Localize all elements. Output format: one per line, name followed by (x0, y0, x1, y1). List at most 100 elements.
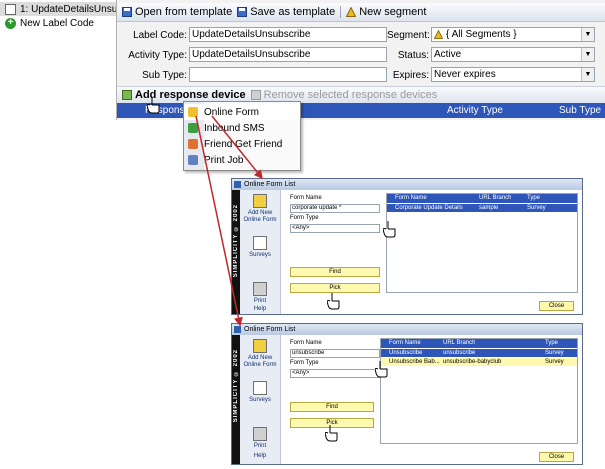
nav-help[interactable]: Help (240, 453, 280, 460)
hand-cursor-icon (327, 293, 340, 310)
chevron-down-icon[interactable]: ▼ (581, 68, 594, 81)
nav-label: Help (253, 453, 267, 459)
menu-item-friend-get-friend[interactable]: Friend Get Friend (184, 136, 300, 152)
cell-type: Survey (545, 359, 564, 365)
activity-type-label: Activity Type: (128, 50, 187, 61)
column-type[interactable]: Type (545, 339, 558, 348)
column-url-branch[interactable]: URL Branch (443, 339, 475, 348)
table-row[interactable]: Corporate Update Details sample Survey (387, 204, 577, 212)
nav-label: Surveys (249, 397, 271, 403)
printer-icon (253, 282, 267, 296)
menu-item-label: Inbound SMS (204, 122, 265, 134)
column-activity-type[interactable]: Activity Type (447, 105, 503, 116)
column-form-name[interactable]: Form Name (395, 194, 427, 203)
dialog-title-bar: Online Form List (232, 324, 582, 335)
menu-item-print-job[interactable]: Print Job (184, 152, 300, 168)
label-code-field[interactable]: UpdateDetailsUnsubscribe (189, 27, 387, 42)
sub-type-field[interactable] (189, 67, 387, 82)
cell-url-branch: unsubscribe (443, 350, 476, 356)
cell-form-name: Unsubscribe Bab... (389, 359, 440, 365)
tree-item-new-label-code[interactable]: + New Label Code (0, 16, 116, 30)
dialog-title: Online Form List (244, 181, 296, 188)
add-form-icon (253, 339, 267, 353)
form-results-grid: Form Name URL Branch Type Unsubscribe un… (380, 338, 578, 444)
remove-response-devices-button[interactable]: Remove selected response devices (250, 89, 437, 101)
hand-cursor-icon (325, 425, 338, 442)
menu-item-online-form[interactable]: Online Form (184, 104, 300, 120)
table-row[interactable]: Unsubscribe Bab... unsubscribe-babyclub … (381, 358, 577, 366)
label-code-label: Label Code: (133, 30, 187, 41)
form-type-label: Form Type (290, 360, 319, 366)
nav-print[interactable]: Print (240, 282, 280, 305)
table-row[interactable]: Unsubscribe unsubscribe Survey (381, 349, 577, 357)
tree-item-label: 1: UpdateDetailsUnsub... (20, 3, 116, 15)
status-label: Status: (397, 50, 429, 61)
menu-item-inbound-sms[interactable]: Inbound SMS (184, 120, 300, 136)
form-type-select[interactable]: <Any> (290, 224, 380, 233)
cell-url-branch: sample (479, 205, 499, 211)
sms-icon (188, 123, 198, 133)
save-as-template-label: Save as template (250, 6, 336, 18)
chevron-down-icon[interactable]: ▼ (581, 48, 594, 61)
nav-label: Help (253, 306, 267, 312)
cell-form-name: Corporate Update Details (395, 205, 463, 211)
expires-label: Expires: (392, 70, 429, 81)
open-from-template-button[interactable]: Open from template (122, 6, 232, 18)
column-form-name[interactable]: Form Name (389, 339, 421, 348)
status-select[interactable]: Active ▼ (431, 47, 595, 62)
brand-text: SIMPLICITY © 2002 (233, 349, 239, 423)
segment-label: Segment: (387, 30, 430, 41)
dialog-title-bar: Online Form List (232, 179, 582, 190)
main-toolbar: Open from template Save as template New … (117, 3, 605, 22)
tree-item-update-details[interactable]: 1: UpdateDetailsUnsub... (0, 2, 116, 16)
friends-icon (188, 139, 198, 149)
dialog-nav: Add New Online Form Surveys Print Help (240, 190, 281, 314)
activity-type-field[interactable]: UpdateDetailsUnsubscribe (189, 47, 387, 62)
app-icon (234, 181, 241, 188)
online-form-list-dialog-1: Online Form List SIMPLICITY © 2002 Add N… (231, 178, 583, 315)
menu-item-label: Friend Get Friend (204, 138, 283, 150)
nav-label: Print (253, 298, 267, 304)
menu-item-label: Print Job (204, 154, 244, 166)
column-url-branch[interactable]: URL Branch (479, 194, 511, 203)
results-header: Form Name URL Branch Type (387, 194, 577, 203)
add-response-device-button[interactable]: Add response device (122, 89, 246, 101)
column-type[interactable]: Type (527, 194, 540, 203)
open-from-template-label: Open from template (135, 6, 233, 18)
nav-label: Print (253, 443, 267, 449)
nav-add-new-online-form[interactable]: Add New Online Form (240, 194, 280, 224)
segment-select[interactable]: { All Segments } ▼ (431, 27, 595, 42)
app-icon (234, 326, 241, 333)
column-sub-type[interactable]: Sub Type (559, 105, 601, 116)
segment-value: { All Segments } (446, 29, 517, 40)
online-form-list-dialog-2: Online Form List SIMPLICITY © 2002 Add N… (231, 323, 583, 465)
form-name-field[interactable]: corporate update * (290, 204, 380, 213)
add-icon: + (5, 17, 16, 29)
save-as-template-button[interactable]: Save as template (237, 6, 335, 18)
segment-icon (346, 7, 357, 17)
save-icon (237, 7, 248, 17)
nav-label: Add New Online Form (243, 355, 277, 368)
brand-strip: SIMPLICITY © 2002 (232, 190, 240, 314)
printer-icon (253, 427, 267, 441)
hand-cursor-icon (375, 361, 388, 378)
cell-form-name: Unsubscribe (389, 350, 423, 356)
close-button[interactable]: Close (539, 301, 574, 311)
find-button[interactable]: Find (290, 402, 374, 412)
form-type-label: Form Type (290, 215, 319, 221)
nav-add-new-online-form[interactable]: Add New Online Form (240, 339, 280, 369)
add-device-icon (122, 90, 132, 100)
nav-help[interactable]: Help (240, 306, 280, 313)
expires-select[interactable]: Never expires ▼ (431, 67, 595, 82)
form-type-select[interactable]: <Any> (290, 369, 380, 378)
new-segment-button[interactable]: New segment (346, 6, 426, 18)
dialog-title: Online Form List (244, 326, 296, 333)
segment-icon (434, 30, 443, 39)
find-button[interactable]: Find (290, 267, 380, 277)
nav-print[interactable]: Print (240, 427, 280, 450)
nav-surveys[interactable]: Surveys (240, 236, 280, 259)
chevron-down-icon[interactable]: ▼ (581, 28, 594, 41)
nav-surveys[interactable]: Surveys (240, 381, 280, 404)
form-name-field[interactable]: unsubscribe (290, 349, 380, 358)
close-button[interactable]: Close (539, 452, 574, 462)
